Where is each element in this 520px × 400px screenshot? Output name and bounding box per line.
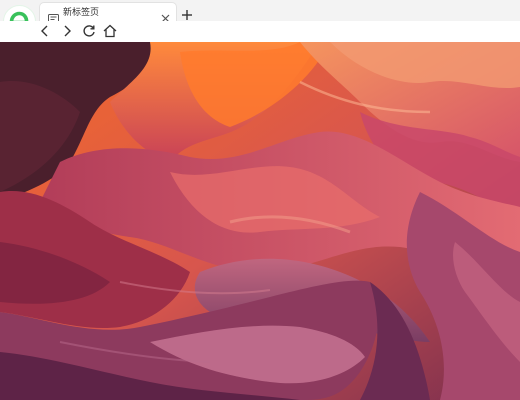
tab-title: 新标签页 xyxy=(63,8,100,18)
tab-new-tab[interactable]: 新标签页 xyxy=(40,3,176,23)
new-tab-page-icon xyxy=(48,8,59,23)
home-button[interactable] xyxy=(102,23,118,39)
plus-icon xyxy=(182,10,192,20)
close-icon[interactable] xyxy=(161,8,170,23)
refresh-button[interactable] xyxy=(81,23,97,39)
back-button[interactable] xyxy=(37,23,53,39)
home-icon xyxy=(103,24,117,38)
refresh-icon xyxy=(83,25,95,37)
navigation-toolbar xyxy=(0,21,520,42)
browser-chrome: 新标签页 xyxy=(0,0,520,42)
new-tab-button[interactable] xyxy=(181,6,193,20)
chevron-left-icon xyxy=(41,25,48,37)
browser-window: 新标签页 xyxy=(0,0,520,400)
new-tab-page-wallpaper xyxy=(0,42,520,400)
forward-button[interactable] xyxy=(59,23,75,39)
chevron-right-icon xyxy=(64,25,71,37)
canyon-wallpaper-image xyxy=(0,42,520,400)
